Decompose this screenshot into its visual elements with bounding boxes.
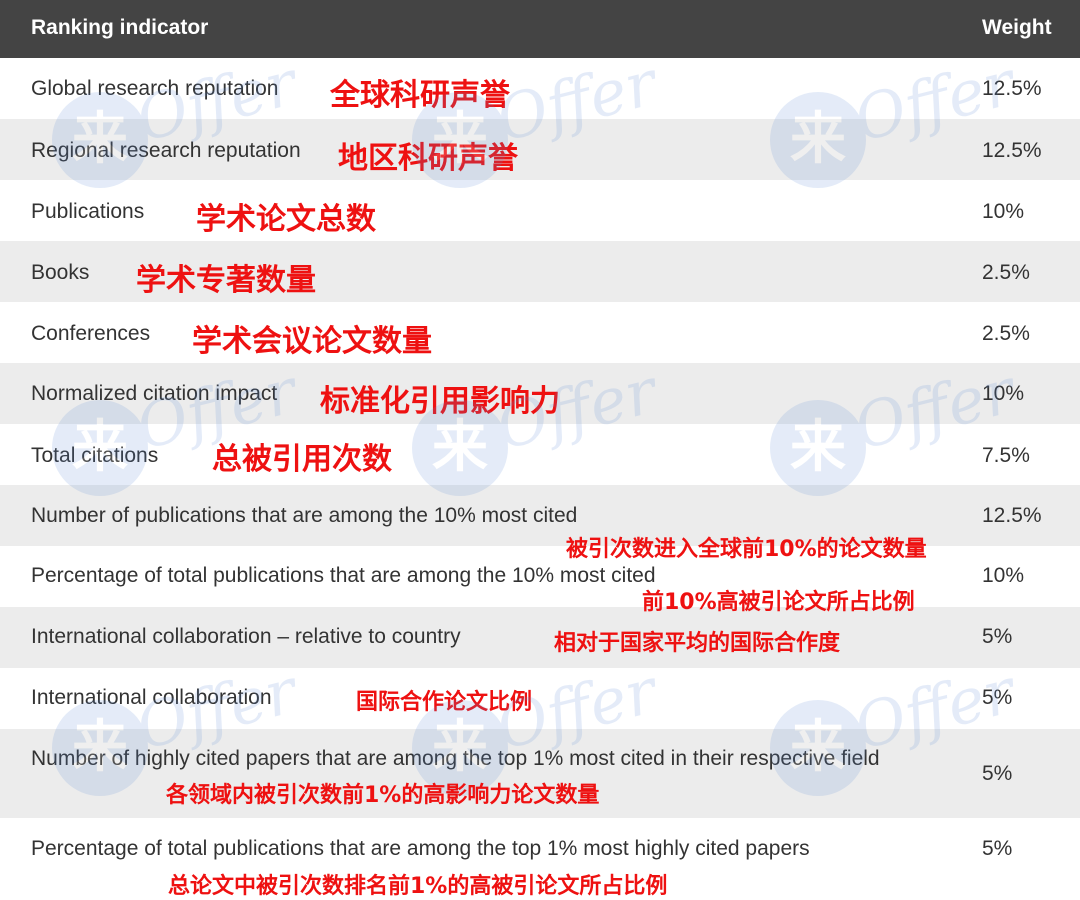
chinese-annotation: 各领域内被引次数前1%的高影响力论文数量 xyxy=(166,783,600,808)
indicator-weight: 12.5% xyxy=(982,77,1042,100)
chinese-annotation: 学术会议论文数量 xyxy=(192,324,432,359)
indicator-name: Publications xyxy=(31,200,145,223)
chinese-annotation: 学术专著数量 xyxy=(136,263,316,298)
indicator-weight: 5% xyxy=(982,625,1013,648)
indicator-name: International collaboration xyxy=(31,686,272,709)
header-weight-label: Weight xyxy=(982,16,1052,39)
indicator-weight: 12.5% xyxy=(982,504,1042,527)
table-row: International collaboration 国际合作论文比例 5% xyxy=(0,668,1080,729)
table-row: Publications 学术论文总数 10% xyxy=(0,180,1080,241)
indicator-name: Number of publications that are among th… xyxy=(31,504,578,527)
ranking-table: Ranking indicator Weight Global research… xyxy=(0,0,1080,899)
table-row: Global research reputation 全球科研声誉 12.5% xyxy=(0,58,1080,119)
indicator-weight: 5% xyxy=(982,837,1013,860)
chinese-annotation: 国际合作论文比例 xyxy=(356,690,533,715)
table-row: Normalized citation impact 标准化引用影响力 10% xyxy=(0,363,1080,424)
indicator-name: Percentage of total publications that ar… xyxy=(31,837,810,860)
indicator-name: Number of highly cited papers that are a… xyxy=(31,747,880,770)
indicator-name: International collaboration – relative t… xyxy=(31,625,461,648)
chinese-annotation: 相对于国家平均的国际合作度 xyxy=(554,631,841,656)
indicator-name: Regional research reputation xyxy=(31,139,301,162)
chinese-annotation: 标准化引用影响力 xyxy=(320,384,560,419)
chinese-annotation: 地区科研声誉 xyxy=(338,141,518,176)
indicator-weight: 10% xyxy=(982,382,1025,405)
table-row: Total citations 总被引用次数 7.5% xyxy=(0,424,1080,485)
indicator-weight: 5% xyxy=(982,686,1013,709)
indicator-name: Total citations xyxy=(31,444,159,467)
table-row: Conferences 学术会议论文数量 2.5% xyxy=(0,302,1080,363)
table-row: Books 学术专著数量 2.5% xyxy=(0,241,1080,302)
indicator-weight: 10% xyxy=(982,564,1025,587)
chinese-annotation: 全球科研声誉 xyxy=(330,78,510,113)
chinese-annotation: 学术论文总数 xyxy=(196,202,376,237)
indicator-weight: 12.5% xyxy=(982,139,1042,162)
table-row: Regional research reputation 地区科研声誉 12.5… xyxy=(0,119,1080,180)
indicator-name: Books xyxy=(31,261,90,284)
chinese-annotation: 前10%高被引论文所占比例 xyxy=(642,590,915,615)
indicator-name: Conferences xyxy=(31,322,151,345)
indicator-weight: 2.5% xyxy=(982,261,1030,284)
indicator-weight: 10% xyxy=(982,200,1025,223)
indicator-weight: 5% xyxy=(982,762,1013,785)
chinese-annotation: 总被引用次数 xyxy=(212,442,392,477)
indicator-name: Percentage of total publications that ar… xyxy=(31,564,656,587)
indicator-weight: 7.5% xyxy=(982,444,1030,467)
table-header: Ranking indicator Weight xyxy=(0,0,1080,58)
chinese-annotation: 被引次数进入全球前10%的论文数量 xyxy=(566,537,927,562)
indicator-weight: 2.5% xyxy=(982,322,1030,345)
indicator-name: Normalized citation impact xyxy=(31,382,278,405)
header-indicator-label: Ranking indicator xyxy=(31,16,209,39)
table-row: International collaboration – relative t… xyxy=(0,607,1080,668)
indicator-name: Global research reputation xyxy=(31,77,279,100)
chinese-annotation: 总论文中被引次数排名前1%的高被引论文所占比例 xyxy=(168,874,668,899)
